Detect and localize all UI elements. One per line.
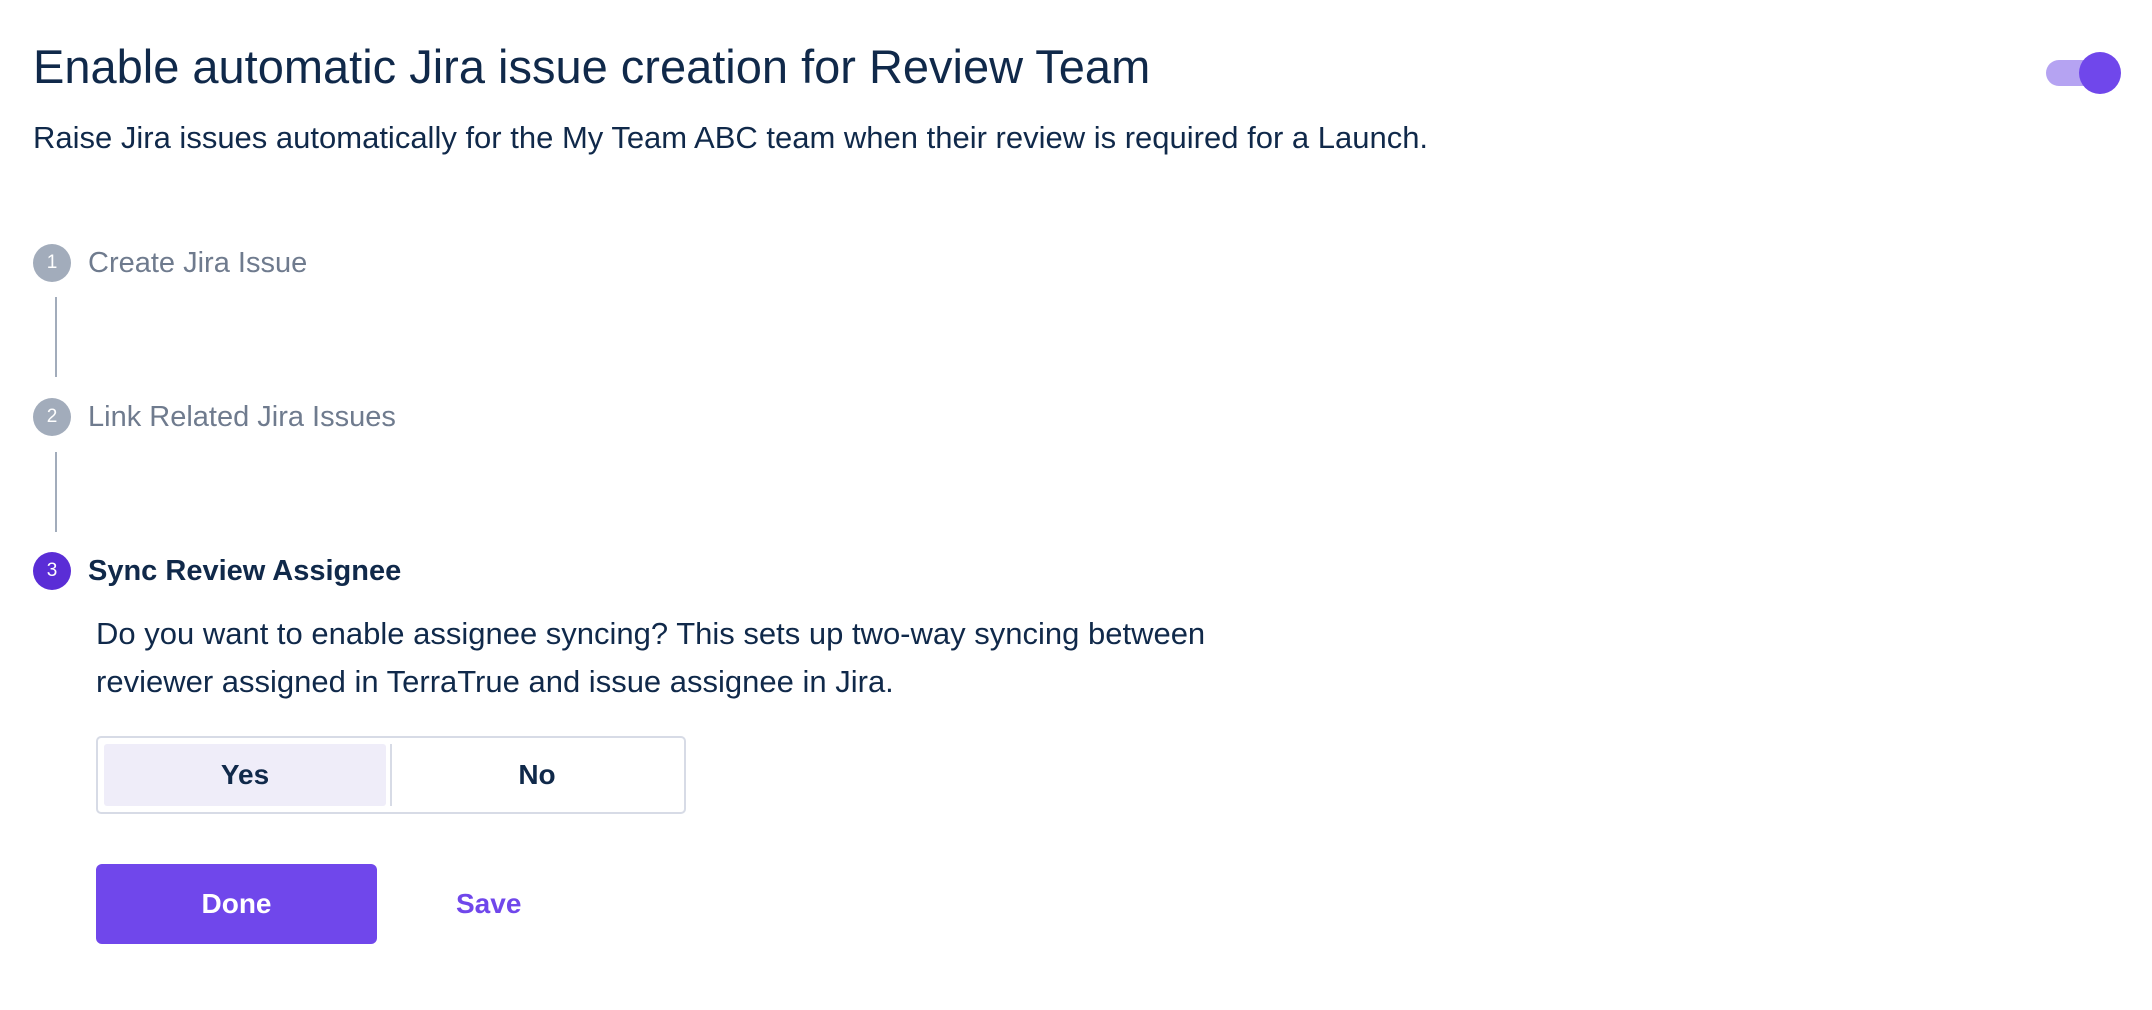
step-create-jira-issue[interactable]: 1 Create Jira Issue: [33, 243, 307, 283]
save-button[interactable]: Save: [440, 864, 537, 944]
step-label: Link Related Jira Issues: [88, 400, 396, 433]
step-number-badge: 3: [33, 552, 71, 590]
assignee-sync-choice: Yes No: [96, 736, 686, 814]
step-connector: [55, 452, 57, 532]
no-option-button[interactable]: No: [396, 744, 678, 806]
step-sync-review-assignee[interactable]: 3 Sync Review Assignee: [33, 551, 401, 591]
step-number-badge: 1: [33, 244, 71, 282]
done-button[interactable]: Done: [96, 864, 377, 944]
step-label: Create Jira Issue: [88, 246, 308, 279]
option-divider: [390, 744, 392, 806]
step-number-badge: 2: [33, 398, 71, 436]
yes-option-button[interactable]: Yes: [104, 744, 386, 806]
jira-integration-page: Enable automatic Jira issue creation for…: [0, 0, 2152, 1010]
toggle-knob: [2079, 52, 2121, 94]
step-label: Sync Review Assignee: [88, 554, 402, 587]
step-link-related-issues[interactable]: 2 Link Related Jira Issues: [33, 397, 396, 437]
assignee-sync-question: Do you want to enable assignee syncing? …: [96, 616, 1206, 699]
page-title: Enable automatic Jira issue creation for…: [33, 40, 1151, 93]
page-subtitle: Raise Jira issues automatically for the …: [33, 120, 1429, 155]
step-connector: [55, 297, 57, 377]
enable-toggle[interactable]: [2046, 52, 2121, 94]
